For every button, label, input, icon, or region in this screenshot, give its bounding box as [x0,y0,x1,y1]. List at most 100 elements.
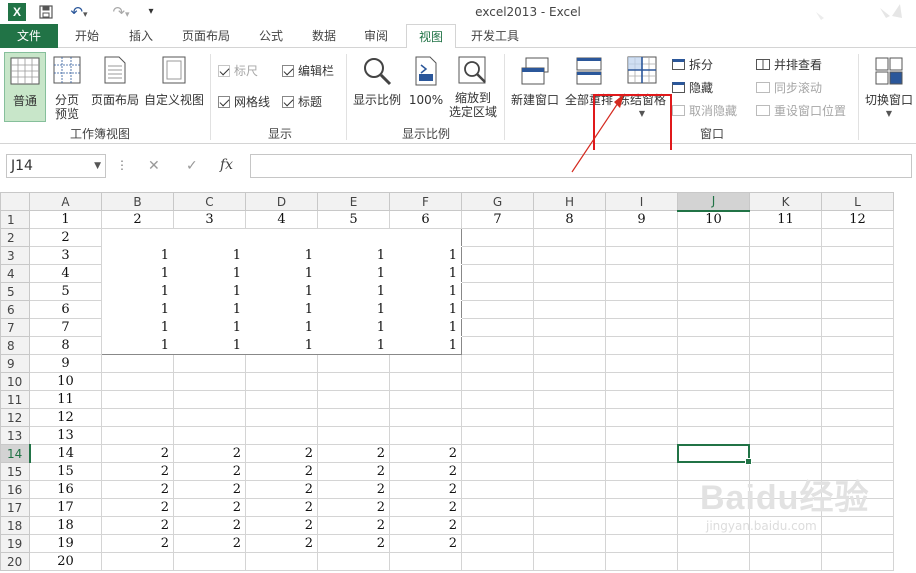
row-header[interactable]: 10 [0,372,30,391]
cell-l13[interactable] [821,426,894,445]
column-header-a[interactable]: A [29,192,102,211]
cell-i19[interactable] [605,534,678,553]
cell-c10[interactable] [173,372,246,391]
cell-f10[interactable] [389,372,462,391]
cell-g20[interactable] [461,552,534,571]
cell-j19[interactable] [677,534,750,553]
cell-e12[interactable] [317,408,390,427]
cell-k13[interactable] [749,426,822,445]
cell-k17[interactable] [749,498,822,517]
row-header[interactable]: 1 [0,210,30,229]
cell-d13[interactable] [245,426,318,445]
cell-f20[interactable] [389,552,462,571]
tab-insert[interactable]: 插入 [116,24,166,48]
cell-j5[interactable] [677,282,750,301]
cell-i13[interactable] [605,426,678,445]
cell-g3[interactable] [461,246,534,265]
cell-d9[interactable] [245,354,318,373]
row-header[interactable]: 20 [0,552,30,571]
cell-b18[interactable]: 2 [101,516,174,535]
cell-g13[interactable] [461,426,534,445]
cell-c6[interactable]: 1 [173,300,246,319]
cell-c5[interactable]: 1 [173,282,246,301]
cell-c4[interactable]: 1 [173,264,246,283]
cell-a16[interactable]: 16 [29,480,102,499]
page-layout-view-button[interactable]: 页面布局 [88,52,142,122]
cell-e14[interactable]: 2 [317,444,390,463]
column-header-e[interactable]: E [317,192,390,211]
cell-c7[interactable]: 1 [173,318,246,337]
new-window-button[interactable]: 新建窗口 [508,52,562,122]
cell-l18[interactable] [821,516,894,535]
cell-c19[interactable]: 2 [173,534,246,553]
cell-h18[interactable] [533,516,606,535]
cell-f13[interactable] [389,426,462,445]
cell-i14[interactable] [605,444,678,463]
cell-l10[interactable] [821,372,894,391]
cell-a3[interactable]: 3 [29,246,102,265]
cell-c9[interactable] [173,354,246,373]
cell-a7[interactable]: 7 [29,318,102,337]
split-button[interactable]: 拆分 [672,56,713,74]
cell-k18[interactable] [749,516,822,535]
cell-f19[interactable]: 2 [389,534,462,553]
cell-a13[interactable]: 13 [29,426,102,445]
row-header[interactable]: 15 [0,462,30,481]
cell-c17[interactable]: 2 [173,498,246,517]
cell-a14[interactable]: 14 [29,444,102,463]
cell-k19[interactable] [749,534,822,553]
zoom-100-button[interactable]: 100% [406,52,446,122]
cell-a15[interactable]: 15 [29,462,102,481]
column-header-j[interactable]: J [677,192,750,212]
cell-f4[interactable]: 1 [389,264,462,283]
cell-h7[interactable] [533,318,606,337]
cell-c1[interactable]: 3 [173,210,246,229]
cell-c15[interactable]: 2 [173,462,246,481]
cell-k4[interactable] [749,264,822,283]
cell-i11[interactable] [605,390,678,409]
cell-l4[interactable] [821,264,894,283]
cell-h16[interactable] [533,480,606,499]
cell-a18[interactable]: 18 [29,516,102,535]
tab-review[interactable]: 审阅 [352,24,400,48]
formula-bar-checkbox[interactable]: 编辑栏 [282,62,334,80]
cell-d1[interactable]: 4 [245,210,318,229]
cell-g2[interactable] [461,228,534,247]
cell-d11[interactable] [245,390,318,409]
cell-b13[interactable] [101,426,174,445]
cell-a4[interactable]: 4 [29,264,102,283]
cell-d20[interactable] [245,552,318,571]
cell-a12[interactable]: 12 [29,408,102,427]
cell-i1[interactable]: 9 [605,210,678,229]
cell-e3[interactable]: 1 [317,246,390,265]
cell-e2[interactable] [317,228,390,247]
cell-g12[interactable] [461,408,534,427]
select-all-corner[interactable] [0,192,30,211]
row-header[interactable]: 3 [0,246,30,265]
cell-k12[interactable] [749,408,822,427]
unhide-button[interactable]: 取消隐藏 [672,102,737,120]
cell-b2[interactable] [101,228,174,247]
row-header[interactable]: 19 [0,534,30,553]
side-by-side-button[interactable]: 并排查看 [756,56,822,74]
cell-d5[interactable]: 1 [245,282,318,301]
cell-g17[interactable] [461,498,534,517]
cell-g1[interactable]: 7 [461,210,534,229]
cell-d15[interactable]: 2 [245,462,318,481]
cell-i17[interactable] [605,498,678,517]
cell-l8[interactable] [821,336,894,355]
row-header[interactable]: 16 [0,480,30,499]
cell-l7[interactable] [821,318,894,337]
cell-i15[interactable] [605,462,678,481]
cell-j3[interactable] [677,246,750,265]
cell-b17[interactable]: 2 [101,498,174,517]
column-header-d[interactable]: D [245,192,318,211]
cell-k15[interactable] [749,462,822,481]
cell-b19[interactable]: 2 [101,534,174,553]
cell-a20[interactable]: 20 [29,552,102,571]
cell-g14[interactable] [461,444,534,463]
cell-g6[interactable] [461,300,534,319]
row-header[interactable]: 4 [0,264,30,283]
cell-j17[interactable] [677,498,750,517]
cell-e19[interactable]: 2 [317,534,390,553]
